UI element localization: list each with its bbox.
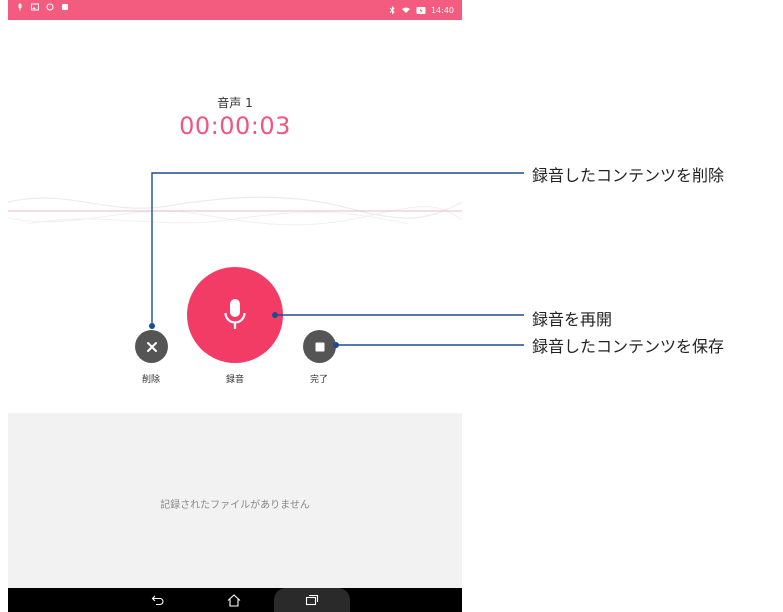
home-icon [227,593,241,607]
record-button[interactable] [187,267,283,363]
back-icon [151,595,164,606]
delete-button[interactable] [135,330,168,363]
clock: 14:40 [430,5,454,15]
annotation-save: 録音したコンテンツを保存 [532,337,725,356]
status-bar: 14:40 [8,0,462,20]
done-label: 完了 [309,375,328,385]
delete-label: 削除 [141,375,160,385]
record-label: 録音 [225,375,244,385]
tablet-screen: 14:40 音声 1 00:00:03 削除 録音 完了 記録されたファイルがあ… [8,0,462,612]
gallery-notification-icon [62,4,68,10]
bluetooth-icon [389,5,395,15]
circle-notification-icon [46,3,54,11]
recordings-list: 記録されたファイルがありません [8,413,462,588]
wifi-icon [401,7,410,13]
recording-title: 音声 1 [217,96,253,110]
empty-message: 記録されたファイルがありません [160,500,310,511]
recent-apps-icon [305,594,319,606]
home-button[interactable] [216,588,252,612]
waveform [8,196,462,226]
battery-charging-icon [416,6,426,14]
system-icons: 14:40 [389,2,454,18]
done-button[interactable] [303,330,336,363]
image-notification-icon [31,3,39,11]
navigation-bar [8,588,462,612]
microphone-icon [224,299,246,329]
back-button[interactable] [140,588,176,612]
recent-apps-button[interactable] [274,588,350,612]
notification-icons [16,3,69,11]
stop-icon [315,342,324,351]
annotation-resume: 録音を再開 [532,310,613,329]
annotation-delete: 録音したコンテンツを削除 [532,166,725,185]
close-icon [146,341,157,352]
mic-notification-icon [18,3,22,11]
recording-timer: 00:00:03 [179,112,291,140]
